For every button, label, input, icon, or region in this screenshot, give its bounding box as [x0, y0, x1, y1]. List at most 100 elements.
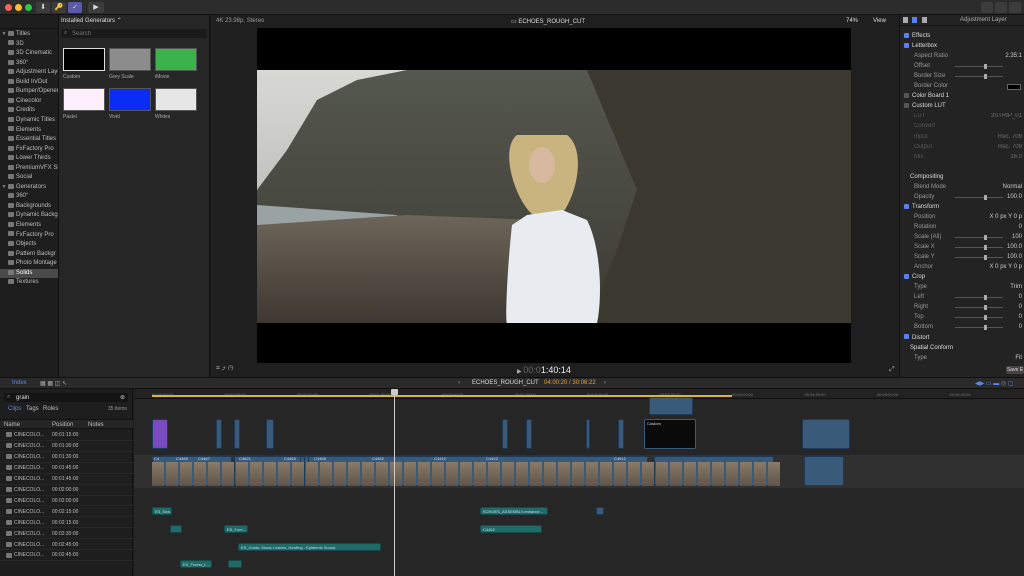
inspector-row[interactable]: Offset [900, 62, 1024, 72]
audio-clip[interactable] [228, 560, 242, 568]
inspector-row[interactable]: Distort [900, 334, 1024, 344]
inspector-row[interactable]: Scale X 100.0 [900, 243, 1024, 253]
inspector-row[interactable]: Left 0 [900, 293, 1024, 303]
slider-track[interactable] [955, 327, 1003, 329]
tab-roles[interactable]: Roles [43, 406, 58, 412]
library-item[interactable]: Textures [0, 278, 58, 288]
inspector-row-value[interactable]: 2.35:1 [1005, 52, 1022, 62]
inspector-row-value[interactable]: Rec. 709 [998, 133, 1022, 143]
generator-swatch[interactable] [109, 48, 151, 71]
inspector-row[interactable]: Aspect Ratio 2.35:1 [900, 52, 1024, 62]
audio-clip[interactable]: ES_Fore... [224, 525, 248, 533]
slider-knob[interactable] [984, 74, 987, 80]
inspector-row[interactable]: Scale Y 100.0 [900, 253, 1024, 263]
inspector-row[interactable]: Opacity 100.0 [900, 193, 1024, 203]
index-row[interactable]: CINECOLO... 00:01:45:00 [0, 474, 133, 485]
inspector-row[interactable]: Border Color [900, 82, 1024, 92]
library-item[interactable]: Dynamic Titles [0, 116, 58, 126]
history-forward-icon[interactable]: › [604, 380, 606, 386]
audio-clip[interactable]: C4462 [480, 525, 542, 533]
library-item[interactable]: 360° [0, 59, 58, 69]
audio-clip[interactable]: ES_Forest_L... [180, 560, 212, 568]
connected-clip[interactable] [802, 419, 850, 449]
inspector-row[interactable]: Blend Mode Normal [900, 183, 1024, 193]
connected-clip[interactable] [234, 419, 240, 449]
inspector-row-value[interactable]: 0 [1019, 223, 1022, 233]
column-notes[interactable]: Notes [88, 422, 104, 428]
project-name[interactable]: ECHOES_ROUGH_CUT [472, 380, 539, 386]
slider-knob[interactable] [984, 255, 987, 261]
library-item[interactable]: Adjustment Layer [0, 68, 58, 78]
timecode-display[interactable]: ▶ 00:01:40:14 [517, 365, 571, 375]
inspector-row-value[interactable]: 100 [1012, 233, 1022, 243]
connected-clip[interactable] [526, 419, 532, 449]
slider-track[interactable] [955, 247, 1003, 249]
inspector-row-value[interactable]: 100.0 [1007, 243, 1022, 253]
custom-generator-clip[interactable]: Custom [644, 419, 696, 449]
index-row[interactable]: CINECOLO... 00:02:00:00 [0, 496, 133, 507]
inspector-row[interactable]: Letterbox [900, 42, 1024, 52]
disclosure-triangle-icon[interactable]: ▼ [1, 183, 7, 193]
audio-clip[interactable] [170, 525, 182, 533]
library-item[interactable]: ▼ Titles [0, 30, 58, 40]
color-well[interactable] [1007, 83, 1021, 90]
generators-header[interactable]: Installed Generators ⌃ [61, 17, 122, 24]
inspector-row[interactable]: Rotation 0 [900, 223, 1024, 233]
inspector-row-value[interactable]: 3STRIP_01 [991, 112, 1022, 122]
inspector-row-value[interactable]: 0 [1019, 313, 1022, 323]
inspector-row-value[interactable]: 0 [1019, 303, 1022, 313]
library-item[interactable]: FxFactory Pro [0, 231, 58, 241]
slider-knob[interactable] [984, 194, 987, 200]
index-row[interactable]: CINECOLO... 00:02:45:00 [0, 550, 133, 562]
slider-knob[interactable] [984, 305, 987, 311]
background-tasks-button[interactable]: ✓ [68, 2, 82, 13]
slider-track[interactable] [955, 297, 1003, 299]
slider-track[interactable] [955, 307, 1003, 309]
fullscreen-icon[interactable]: ⤢ [889, 366, 895, 374]
library-item[interactable]: Build In/Out [0, 78, 58, 88]
inspector-row[interactable]: Crop [900, 273, 1024, 283]
inspector-row[interactable]: Type Trim [900, 283, 1024, 293]
checkbox[interactable] [904, 93, 909, 99]
inspector-row-value[interactable]: Normal [1003, 183, 1022, 193]
inspector-row[interactable]: Position X 0 px Y 0 p [900, 213, 1024, 223]
info-inspector-icon[interactable] [912, 17, 917, 23]
inspector-row[interactable]: Right 0 [900, 303, 1024, 313]
tab-tags[interactable]: Tags [26, 406, 39, 412]
history-back-icon[interactable]: ‹ [458, 380, 460, 386]
audio-skimming-icon[interactable]: ◀▶ ▭ ▬ ◎ ▢ [975, 380, 1013, 387]
inspector-row[interactable]: LUT 3STRIP_01 [900, 112, 1024, 122]
inspector-row[interactable]: Type Fit [900, 354, 1024, 364]
inspector-row[interactable]: Top 0 [900, 313, 1024, 323]
library-item[interactable]: Lower Thirds [0, 154, 58, 164]
library-item[interactable]: 3D Cinematic [0, 49, 58, 59]
slider-track[interactable] [955, 76, 1003, 78]
import-button[interactable]: ⬇ [36, 2, 50, 13]
index-row[interactable]: CINECOLO... 00:01:15:00 [0, 430, 133, 441]
share-button[interactable]: ▶ [88, 2, 104, 13]
slider-knob[interactable] [984, 315, 987, 321]
generator-swatch[interactable] [63, 48, 105, 71]
tab-clips[interactable]: Clips [8, 406, 21, 412]
inspector-row[interactable]: Output Rec. 709 [900, 143, 1024, 153]
column-position[interactable]: Position [52, 422, 73, 428]
disclosure-triangle-icon[interactable]: ▼ [1, 30, 7, 40]
library-item[interactable]: ▼ Generators [0, 183, 58, 193]
slider-track[interactable] [955, 196, 1003, 198]
library-item[interactable]: Elements [0, 221, 58, 231]
library-item[interactable]: Cinecolor [0, 97, 58, 107]
inspector-row-value[interactable]: 16.0 [1010, 153, 1022, 163]
index-button[interactable]: Index [12, 380, 27, 386]
view-menu[interactable]: View [873, 18, 886, 24]
inspector-row-value[interactable]: 100.0 [1007, 193, 1022, 203]
inspector-row-value[interactable]: 0 [1019, 323, 1022, 333]
column-name[interactable]: Name [4, 422, 20, 428]
clear-search-icon[interactable]: ⊗ [120, 394, 125, 401]
sliders-icon[interactable] [1009, 2, 1021, 13]
audio-clip[interactable] [596, 507, 604, 515]
library-item[interactable]: Pattern Backgr [0, 250, 58, 260]
index-row[interactable]: CINECOLO... 00:01:30:00 [0, 452, 133, 463]
index-row[interactable]: CINECOLO... 00:02:45:00 [0, 540, 133, 551]
inspector-row-value[interactable]: Rec. 709 [998, 143, 1022, 153]
video-frame[interactable] [257, 28, 851, 363]
